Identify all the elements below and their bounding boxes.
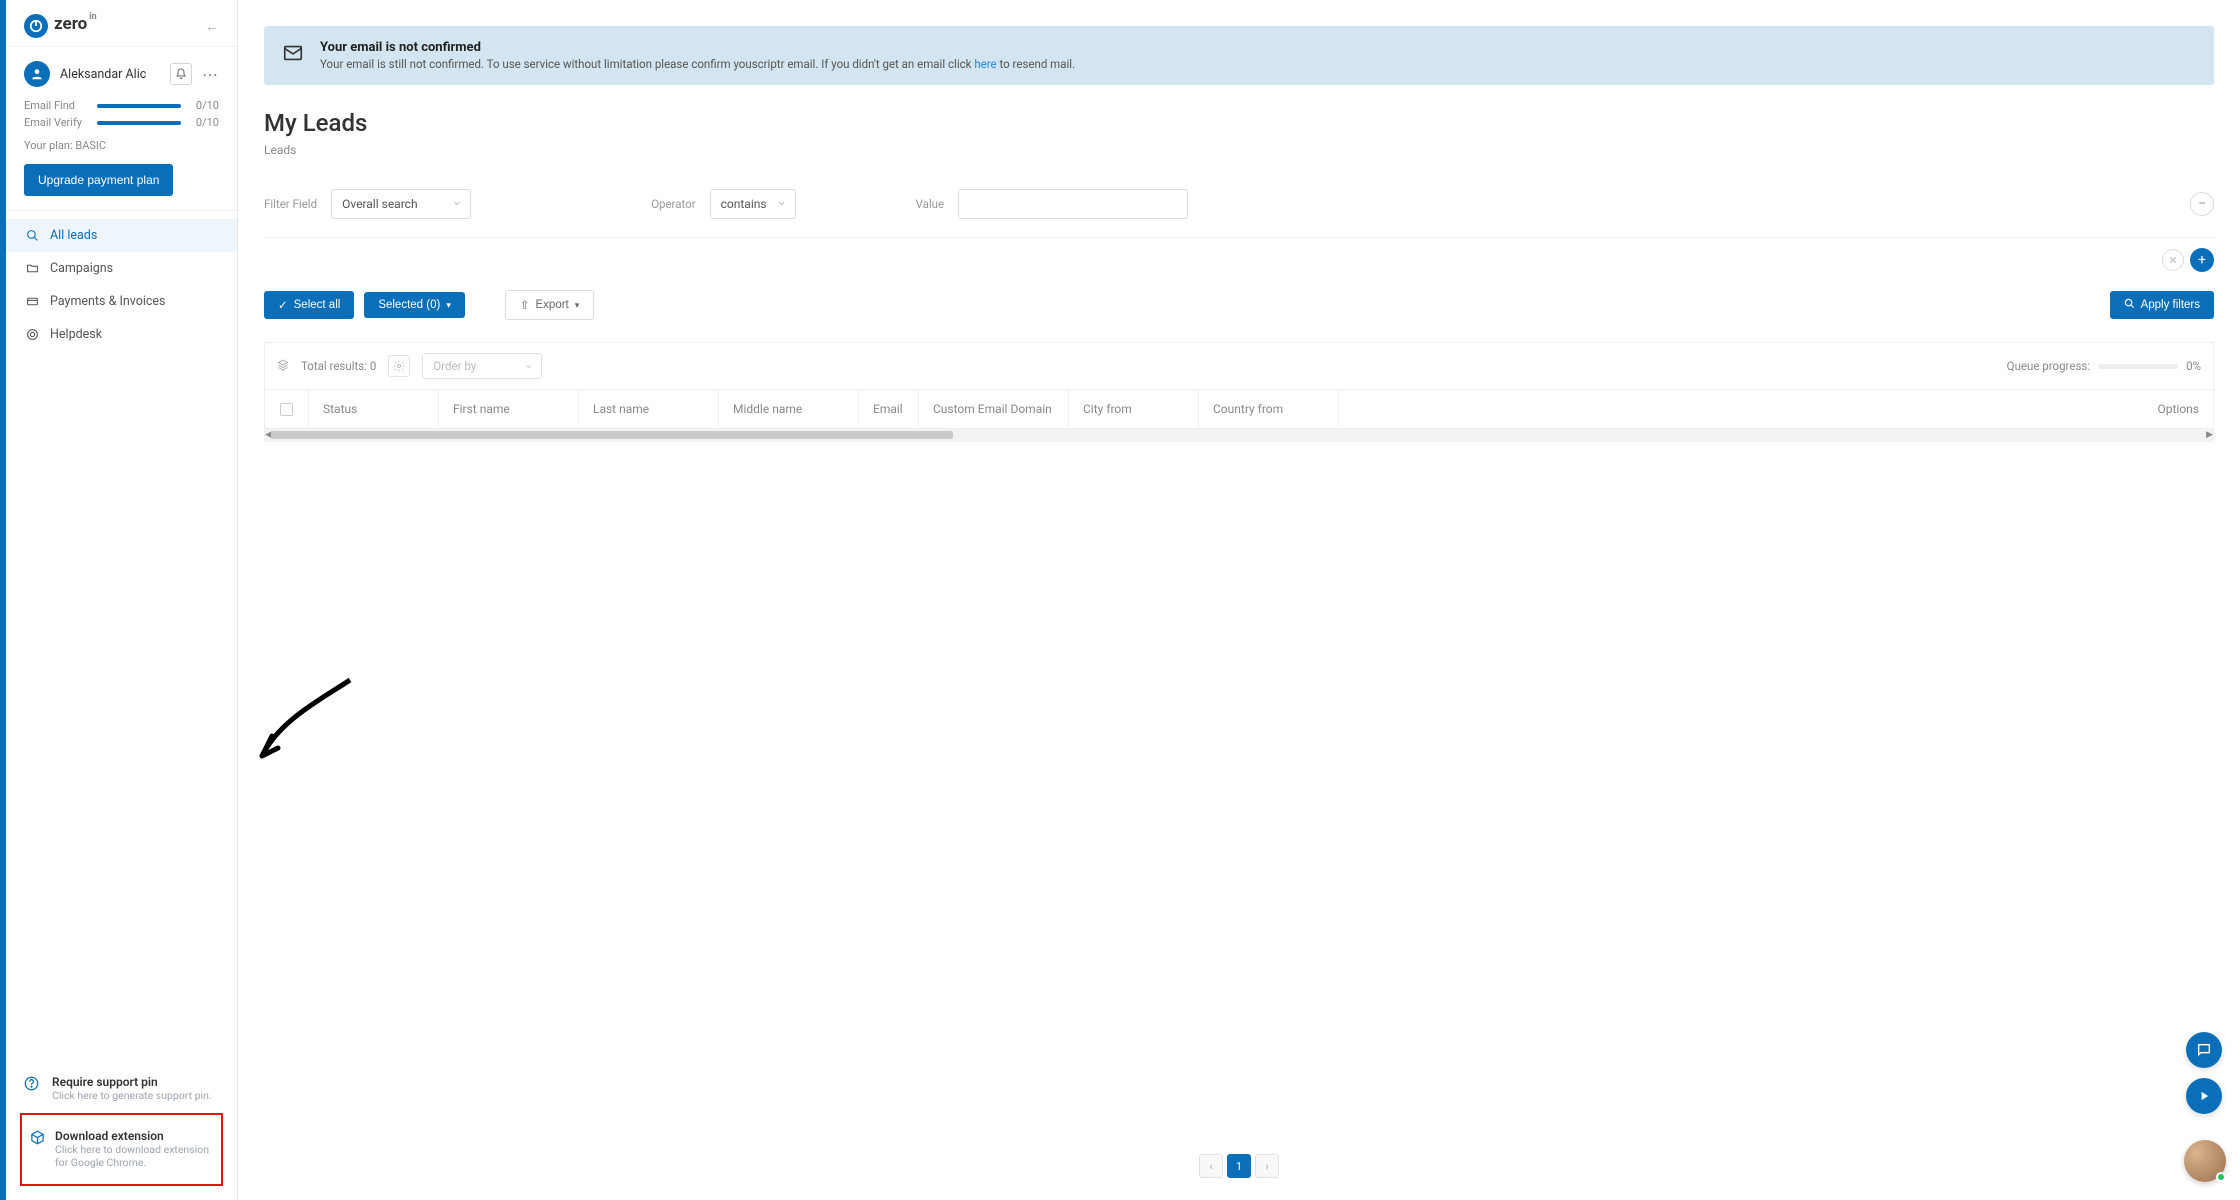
- chevron-down-icon: ▾: [575, 300, 580, 311]
- avatar[interactable]: [24, 61, 50, 87]
- filter-field-label: Filter Field: [264, 197, 317, 211]
- select-all-checkbox[interactable]: [280, 403, 293, 416]
- search-icon: [24, 229, 40, 242]
- chat-fab[interactable]: [2186, 1032, 2222, 1068]
- value-label: Value: [916, 197, 945, 211]
- support-pin-item[interactable]: Require support pin Click here to genera…: [20, 1067, 223, 1111]
- card-icon: [24, 295, 40, 308]
- user-menu-button[interactable]: ⋯: [202, 65, 219, 84]
- alert-body: Your email is still not confirmed. To us…: [320, 57, 1075, 71]
- email-confirm-alert: Your email is not confirmed Your email i…: [264, 26, 2214, 85]
- col-ced[interactable]: Custom Email Domain: [919, 390, 1069, 428]
- folder-icon: [24, 262, 40, 275]
- filter-field-select[interactable]: Overall search: [331, 189, 471, 219]
- queue-label: Queue progress:: [2007, 359, 2090, 373]
- scroll-right-icon[interactable]: ▶: [2206, 430, 2213, 440]
- plan-label: Your plan: BASIC: [24, 139, 219, 152]
- download-sub: Click here to download extension for Goo…: [55, 1143, 213, 1170]
- resend-link[interactable]: here: [974, 57, 996, 71]
- play-fab[interactable]: [2186, 1078, 2222, 1114]
- email-verify-bar: [97, 121, 181, 125]
- logo: zero in: [24, 14, 97, 38]
- col-lname[interactable]: Last name: [579, 390, 719, 428]
- logo-icon: [24, 14, 48, 38]
- email-find-value: 0/10: [189, 99, 219, 112]
- table-settings-button[interactable]: [388, 355, 410, 377]
- download-extension-highlight: Download extension Click here to downloa…: [20, 1113, 223, 1186]
- filter-value-input[interactable]: [958, 189, 1188, 219]
- brand-name: zero: [54, 14, 87, 34]
- select-all-button[interactable]: ✓Select all: [264, 291, 354, 319]
- col-country[interactable]: Country from: [1199, 390, 1339, 428]
- search-icon: [2124, 298, 2135, 312]
- horizontal-scrollbar[interactable]: ◀ ▶: [265, 429, 2213, 441]
- upgrade-plan-button[interactable]: Upgrade payment plan: [24, 164, 173, 196]
- notifications-button[interactable]: [170, 63, 192, 85]
- queue-progress-bar: [2098, 364, 2178, 369]
- export-button[interactable]: ⇧Export▾: [505, 290, 594, 320]
- col-mname[interactable]: Middle name: [719, 390, 859, 428]
- layers-icon: [277, 359, 289, 374]
- operator-select[interactable]: contains: [710, 189, 796, 219]
- col-email[interactable]: Email: [859, 390, 919, 428]
- sidebar-collapse-icon[interactable]: ←: [205, 18, 219, 35]
- col-city[interactable]: City from: [1069, 390, 1199, 428]
- nav-label: Campaigns: [50, 261, 113, 276]
- package-icon: [30, 1130, 45, 1149]
- page-prev[interactable]: ‹: [1199, 1154, 1223, 1178]
- nav-campaigns[interactable]: Campaigns: [6, 252, 237, 285]
- col-status[interactable]: Status: [309, 390, 439, 428]
- pagination: ‹ 1 ›: [264, 1124, 2214, 1182]
- nav-helpdesk[interactable]: Helpdesk: [6, 318, 237, 351]
- nav-all-leads[interactable]: All leads: [6, 219, 237, 252]
- breadcrumb: Leads: [264, 143, 2214, 157]
- operator-label: Operator: [651, 197, 696, 211]
- download-title: Download extension: [55, 1129, 213, 1143]
- total-results: Total results: 0: [301, 359, 376, 373]
- apply-filters-button[interactable]: Apply filters: [2110, 291, 2214, 319]
- remove-filter-button[interactable]: ✕: [2162, 249, 2184, 271]
- envelope-icon: [282, 42, 304, 69]
- nav-payments[interactable]: Payments & Invoices: [6, 285, 237, 318]
- page-current[interactable]: 1: [1227, 1154, 1251, 1178]
- question-icon: [24, 1076, 42, 1095]
- check-icon: ✓: [278, 298, 288, 312]
- leads-table: Total results: 0 Order by Queue progress…: [264, 342, 2214, 442]
- email-verify-value: 0/10: [189, 116, 219, 129]
- page-next[interactable]: ›: [1255, 1154, 1279, 1178]
- chevron-down-icon: ▾: [446, 300, 451, 311]
- nav-label: Helpdesk: [50, 327, 102, 342]
- alert-title: Your email is not confirmed: [320, 40, 1075, 55]
- download-extension-item[interactable]: Download extension Click here to downloa…: [26, 1121, 217, 1178]
- queue-value: 0%: [2186, 359, 2201, 373]
- email-find-bar: [97, 104, 181, 108]
- table-header: Status First name Last name Middle name …: [265, 390, 2213, 429]
- email-find-label: Email Find: [24, 99, 89, 112]
- add-filter-button[interactable]: +: [2190, 248, 2214, 272]
- main: Your email is not confirmed Your email i…: [238, 0, 2240, 1200]
- sidebar: zero in ← Aleksandar Alic ⋯ Email Find 0…: [6, 0, 238, 1200]
- email-verify-label: Email Verify: [24, 116, 89, 129]
- support-avatar[interactable]: [2184, 1140, 2226, 1182]
- upload-icon: ⇧: [520, 298, 530, 312]
- collapse-filter-button[interactable]: −: [2190, 192, 2214, 216]
- nav-label: Payments & Invoices: [50, 294, 166, 309]
- brand-sup: in: [89, 12, 96, 22]
- lifebuoy-icon: [24, 328, 40, 341]
- support-pin-title: Require support pin: [52, 1075, 212, 1089]
- user-name: Aleksandar Alic: [60, 67, 160, 82]
- col-options: Options: [1339, 390, 2213, 428]
- scrollbar-thumb[interactable]: [271, 431, 953, 439]
- support-pin-sub: Click here to generate support pin.: [52, 1089, 212, 1103]
- selected-dropdown[interactable]: Selected (0)▾: [364, 292, 465, 318]
- online-indicator-icon: [2216, 1172, 2226, 1182]
- col-fname[interactable]: First name: [439, 390, 579, 428]
- order-by-select[interactable]: Order by: [422, 353, 542, 379]
- page-title: My Leads: [264, 109, 2214, 137]
- nav-label: All leads: [50, 228, 97, 243]
